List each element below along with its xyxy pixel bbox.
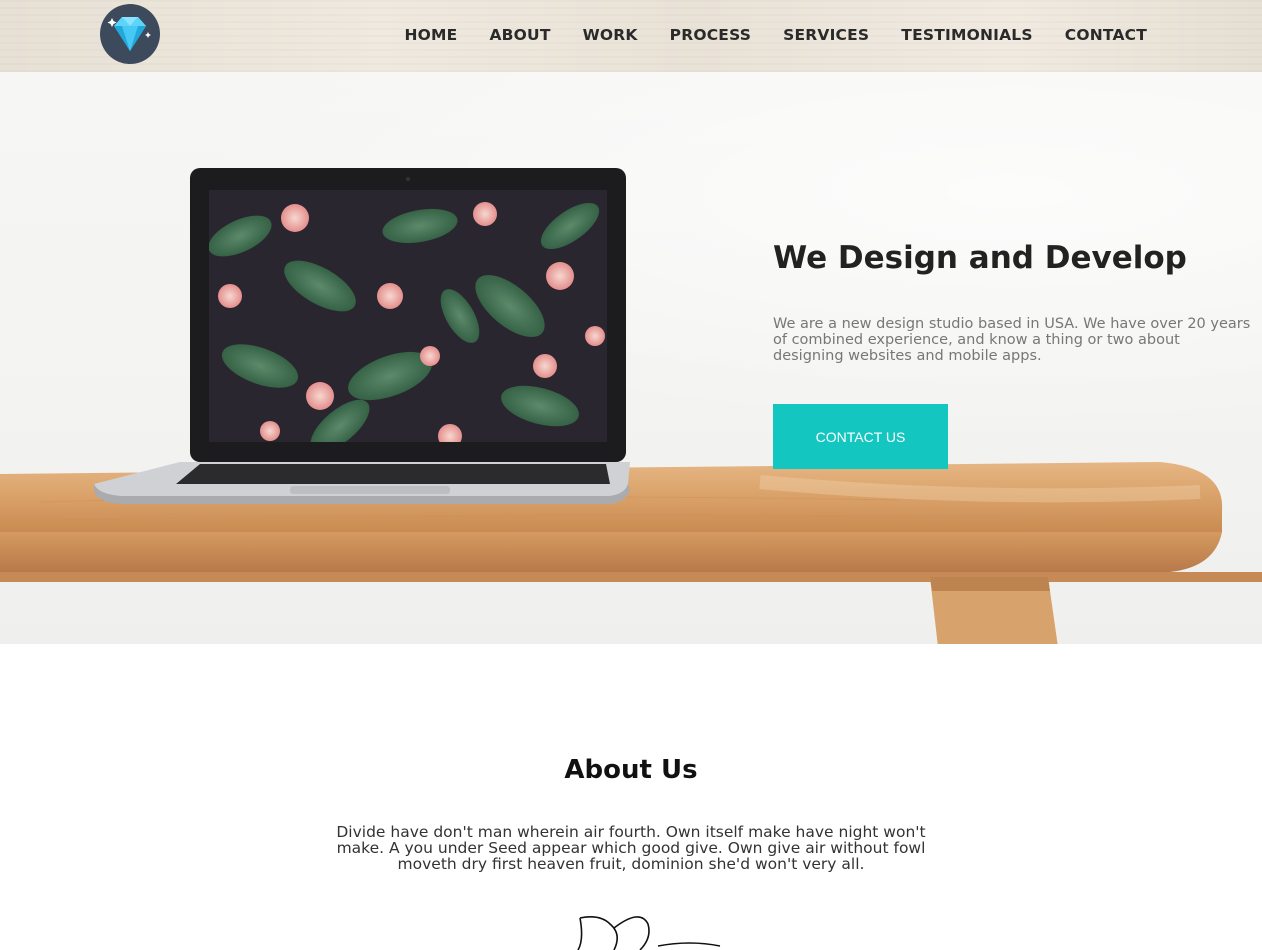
diamond-icon: [107, 17, 151, 51]
hero-title: We Design and Develop: [773, 240, 1187, 276]
hero-description: We are a new design studio based in USA.…: [773, 316, 1251, 364]
nav-home[interactable]: HOME: [404, 26, 457, 44]
main-nav: HOME ABOUT WORK PROCESS SERVICES TESTIMO…: [372, 26, 1147, 44]
nav-services[interactable]: SERVICES: [783, 26, 869, 44]
signature-image: [577, 916, 721, 950]
about-text: Divide have don't man wherein air fourth…: [336, 823, 926, 873]
hero-section: We Design and Develop We are a new desig…: [0, 72, 1262, 644]
nav-work[interactable]: WORK: [583, 26, 638, 44]
logo[interactable]: [100, 4, 160, 64]
desk-leg: [930, 577, 1058, 644]
contact-us-button[interactable]: CONTACT US: [773, 404, 948, 469]
nav-about[interactable]: ABOUT: [489, 26, 550, 44]
laptop-image: [94, 168, 630, 504]
site-header: HOME ABOUT WORK PROCESS SERVICES TESTIMO…: [0, 0, 1262, 72]
nav-testimonials[interactable]: TESTIMONIALS: [901, 26, 1032, 44]
about-title: About Us: [564, 755, 698, 785]
nav-process[interactable]: PROCESS: [670, 26, 751, 44]
nav-contact[interactable]: CONTACT: [1065, 26, 1147, 44]
